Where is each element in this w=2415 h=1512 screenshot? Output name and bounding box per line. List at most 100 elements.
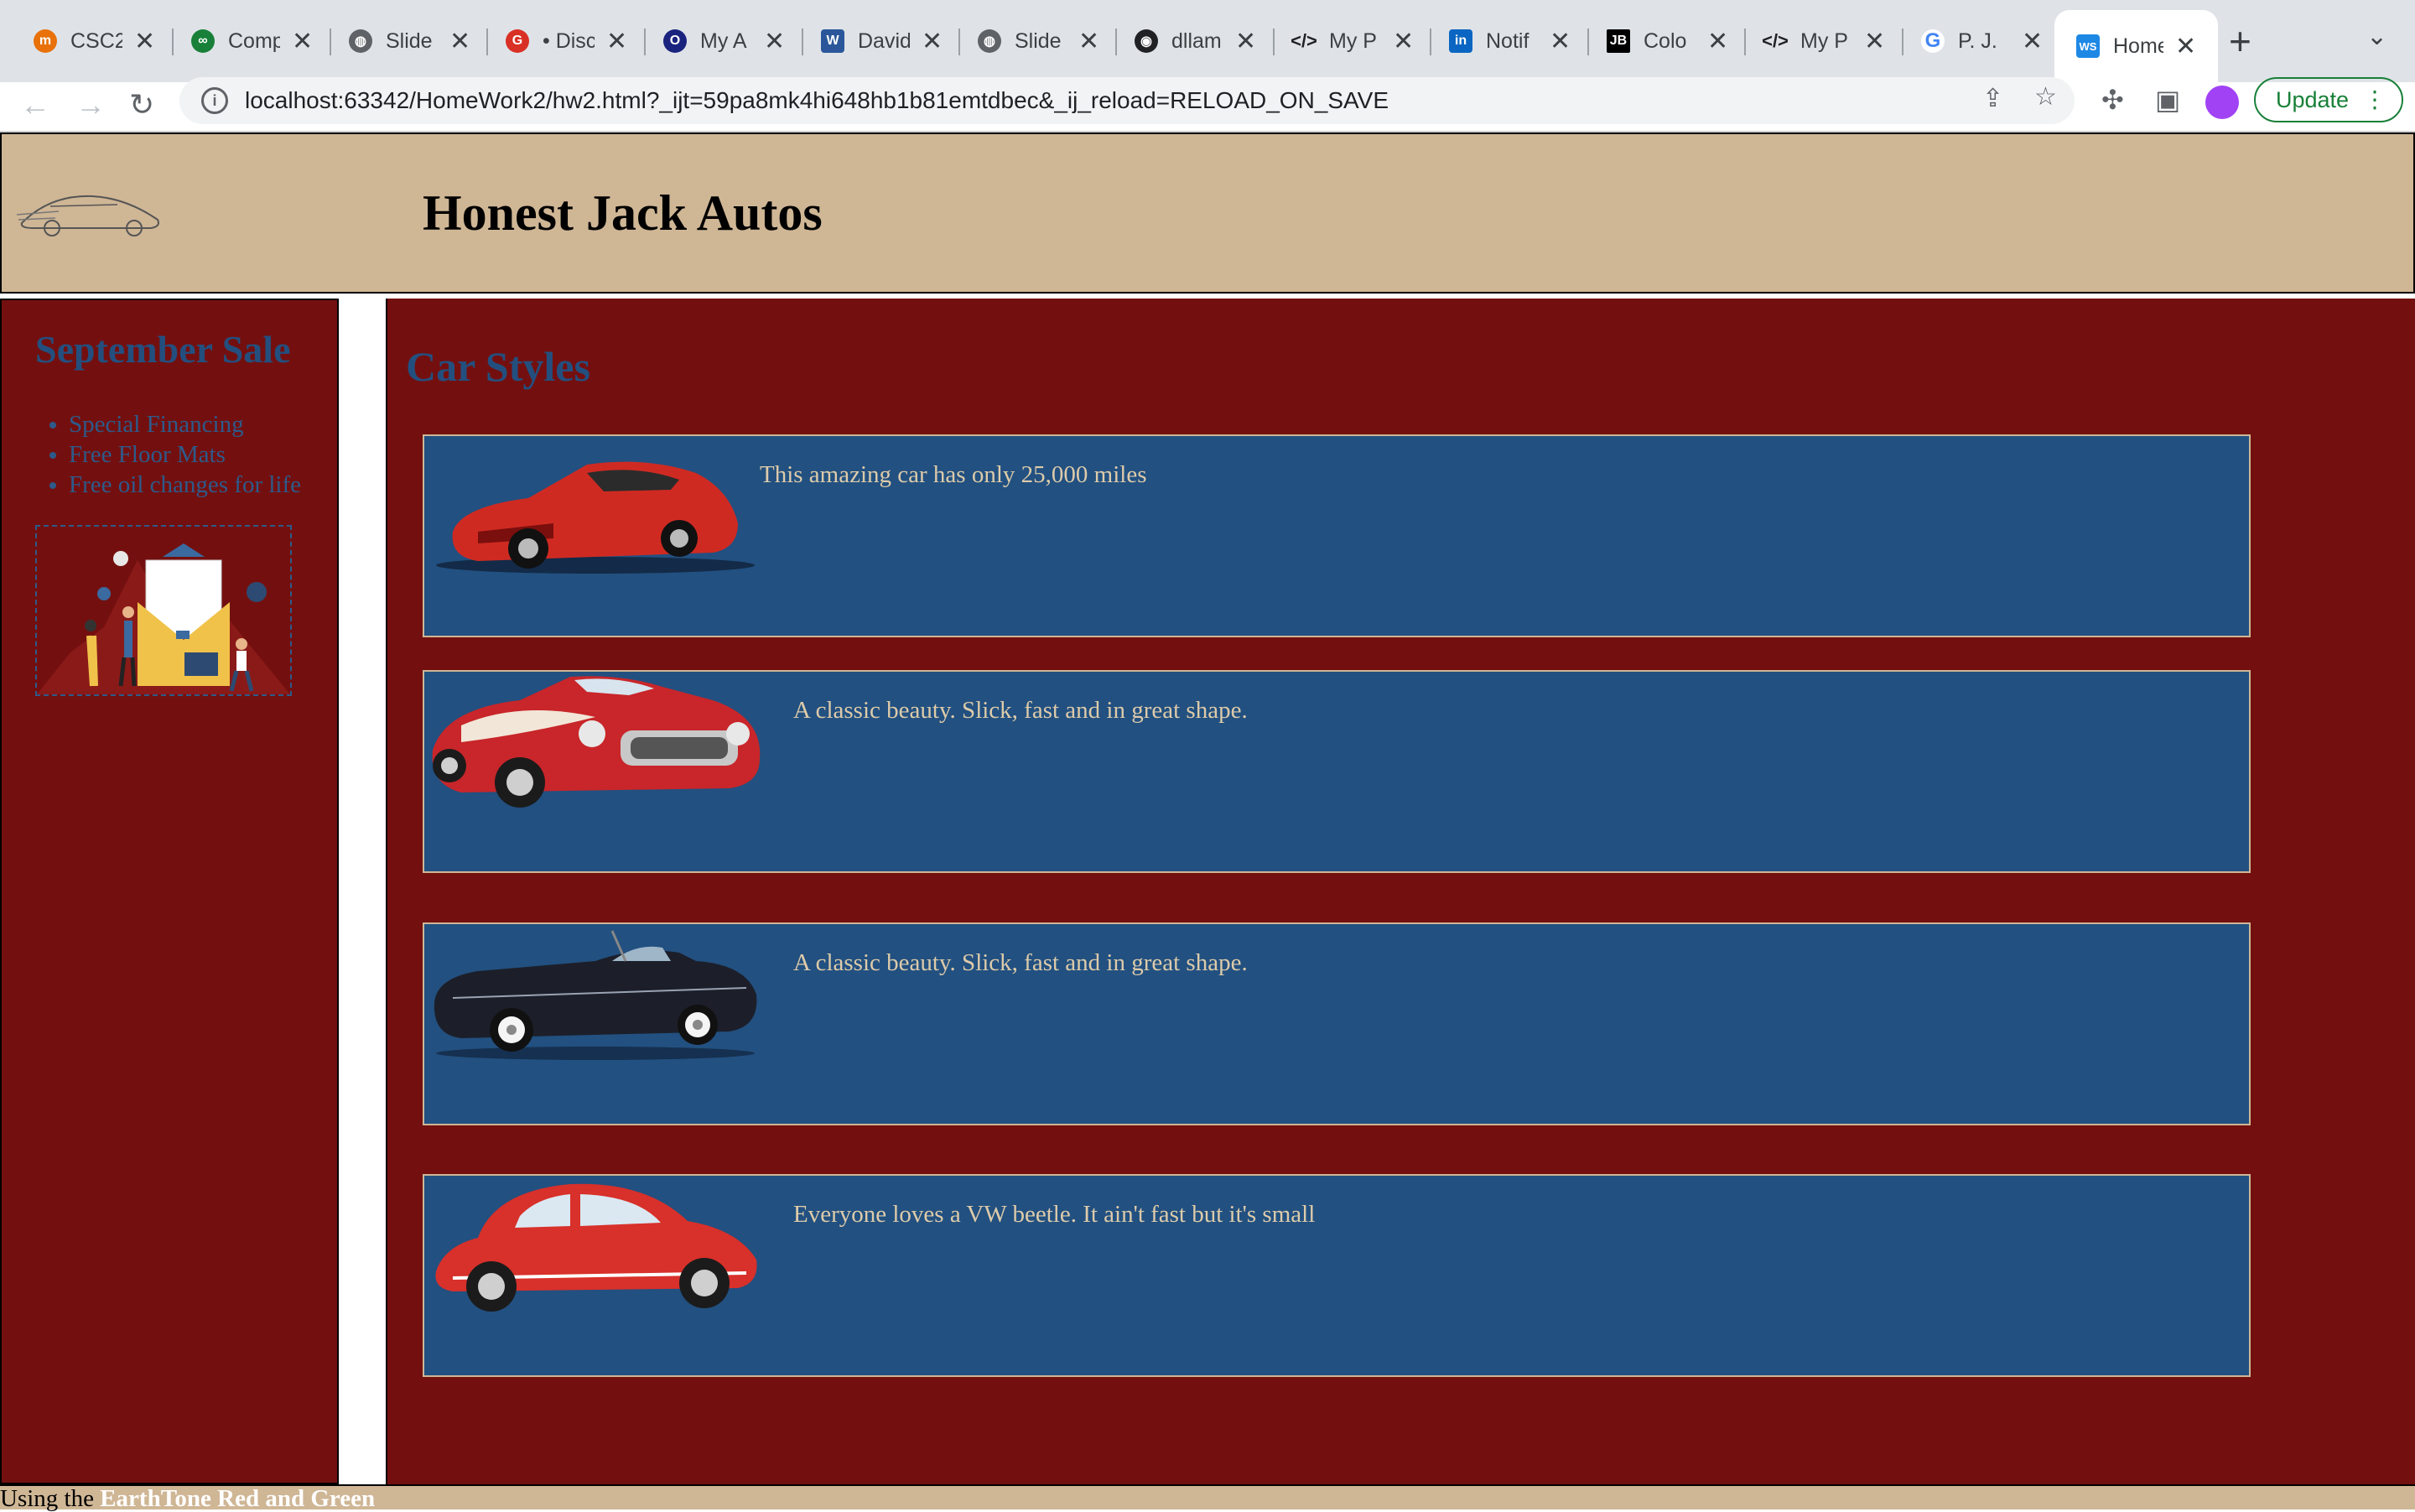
new-tab-button[interactable]: + bbox=[2229, 18, 2251, 64]
browser-tab[interactable]: ◉ dllam ✕ bbox=[1135, 17, 1256, 65]
promo-illustration bbox=[35, 525, 292, 696]
browser-tab-strip: m CSC2 ✕ ∞ Comp ✕ ◍ Slide ✕ G • Disc ✕ O… bbox=[0, 0, 2415, 82]
close-icon[interactable]: ✕ bbox=[922, 27, 943, 56]
sports-car-image bbox=[436, 461, 755, 574]
linkedin-icon: in bbox=[1449, 29, 1472, 53]
bookmark-star-icon[interactable]: ☆ bbox=[2034, 82, 2057, 112]
reload-icon[interactable]: ↻ bbox=[129, 87, 154, 122]
footer-prefix: Using the bbox=[0, 1485, 94, 1512]
tab-divider bbox=[486, 29, 488, 55]
jetbrains-icon: JB bbox=[1607, 29, 1630, 53]
tab-favicon-icon: m bbox=[34, 29, 57, 53]
sale-list: Special Financing Free Floor Mats Free o… bbox=[35, 409, 301, 500]
close-icon[interactable]: ✕ bbox=[2175, 32, 2196, 61]
update-label: Update bbox=[2276, 86, 2350, 112]
browser-tab[interactable]: W David ✕ bbox=[821, 17, 943, 65]
browser-tab[interactable]: ◍ Slide ✕ bbox=[978, 17, 1099, 65]
tab-search-icon[interactable]: ⌄ bbox=[2366, 22, 2387, 51]
close-icon[interactable]: ✕ bbox=[1707, 27, 1728, 56]
tab-divider bbox=[330, 29, 331, 55]
tab-divider bbox=[958, 29, 960, 55]
close-icon[interactable]: ✕ bbox=[1550, 27, 1571, 56]
tab-favicon-icon: G bbox=[506, 29, 529, 53]
tab-label: My P bbox=[1800, 29, 1848, 53]
tab-label: David bbox=[858, 29, 910, 53]
tab-divider bbox=[1430, 29, 1431, 55]
tab-label: Comp bbox=[228, 29, 280, 53]
site-header: Honest Jack Autos bbox=[0, 132, 2415, 294]
car-logo-icon bbox=[17, 195, 159, 236]
close-icon[interactable]: ✕ bbox=[1864, 27, 1885, 56]
tab-divider bbox=[1744, 29, 1746, 55]
close-icon[interactable]: ✕ bbox=[606, 27, 627, 56]
close-icon[interactable]: ✕ bbox=[764, 27, 785, 56]
tab-label: Home bbox=[2113, 34, 2163, 58]
tab-label: Notif bbox=[1486, 29, 1530, 53]
beetle-car-image bbox=[435, 1183, 757, 1312]
browser-tab[interactable]: in Notif ✕ bbox=[1449, 17, 1571, 65]
update-button[interactable]: Update ⋮ bbox=[2254, 77, 2403, 122]
close-icon[interactable]: ✕ bbox=[1393, 27, 1414, 56]
tab-label: CSC2 bbox=[70, 29, 122, 53]
close-icon[interactable]: ✕ bbox=[1235, 27, 1256, 56]
car-card: A classic beauty. Slick, fast and in gre… bbox=[423, 670, 2251, 873]
car-description: A classic beauty. Slick, fast and in gre… bbox=[793, 949, 1248, 976]
browser-tab[interactable]: m CSC2 ✕ bbox=[34, 17, 155, 65]
browser-tab[interactable]: G P. J. ✕ bbox=[1921, 17, 2043, 65]
menu-icon[interactable]: ⋮ bbox=[2363, 86, 2386, 113]
share-icon[interactable]: ⇪ bbox=[1982, 84, 2003, 113]
url-text: localhost:63342/HomeWork2/hw2.html?_ijt=… bbox=[245, 87, 1389, 113]
car-description: Everyone loves a VW beetle. It ain't fas… bbox=[793, 1201, 1316, 1228]
color-scheme-name: EarthTone Red and Green bbox=[100, 1485, 376, 1512]
profile-avatar[interactable] bbox=[2205, 86, 2239, 119]
tab-divider bbox=[1587, 29, 1589, 55]
close-icon[interactable]: ✕ bbox=[134, 27, 155, 56]
site-title: Honest Jack Autos bbox=[423, 185, 823, 241]
sale-sidebar: September Sale Special Financing Free Fl… bbox=[0, 299, 339, 1484]
tab-divider bbox=[172, 29, 174, 55]
tab-divider bbox=[644, 29, 646, 55]
address-bar[interactable]: i localhost:63342/HomeWork2/hw2.html?_ij… bbox=[179, 77, 2075, 124]
globe-icon: ◍ bbox=[349, 29, 372, 53]
classic-car-image bbox=[432, 676, 761, 808]
tab-label: My P bbox=[1329, 29, 1377, 53]
car-card: A classic beauty. Slick, fast and in gre… bbox=[423, 922, 2251, 1125]
google-icon: G bbox=[1921, 29, 1945, 53]
back-icon[interactable]: ← bbox=[20, 87, 50, 122]
close-icon[interactable]: ✕ bbox=[449, 27, 470, 56]
browser-tab[interactable]: ◍ Slide ✕ bbox=[349, 17, 470, 65]
tab-divider bbox=[802, 29, 803, 55]
tab-divider bbox=[1273, 29, 1275, 55]
browser-tab[interactable]: </> My P ✕ bbox=[1291, 17, 1414, 65]
browser-tab[interactable]: JB Colo ✕ bbox=[1607, 17, 1728, 65]
close-icon[interactable]: ✕ bbox=[1078, 27, 1099, 56]
sale-item: Free Floor Mats bbox=[69, 439, 301, 470]
word-icon: W bbox=[821, 29, 844, 53]
browser-tab[interactable]: O My A ✕ bbox=[663, 17, 785, 65]
close-icon[interactable]: ✕ bbox=[292, 27, 313, 56]
code-icon: </> bbox=[1291, 30, 1317, 51]
page-footer: Using the EarthTone Red and Green bbox=[0, 1484, 2415, 1512]
site-info-icon[interactable]: i bbox=[201, 87, 228, 114]
car-description: A classic beauty. Slick, fast and in gre… bbox=[793, 697, 1248, 724]
tab-label: • Disc bbox=[543, 29, 595, 53]
sale-item: Special Financing bbox=[69, 409, 301, 439]
browser-tab[interactable]: ∞ Comp ✕ bbox=[191, 17, 313, 65]
tab-label: Colo bbox=[1644, 29, 1687, 53]
code-icon: </> bbox=[1762, 30, 1789, 51]
close-icon[interactable]: ✕ bbox=[2022, 27, 2043, 56]
tab-favicon-icon: ∞ bbox=[191, 29, 215, 53]
tab-label: P. J. bbox=[1958, 29, 1997, 53]
browser-tab[interactable]: </> My P ✕ bbox=[1762, 17, 1885, 65]
forward-icon[interactable]: → bbox=[75, 87, 106, 122]
side-panel-icon[interactable]: ▣ bbox=[2155, 84, 2180, 116]
browser-tab-active[interactable]: WS Home ✕ bbox=[2054, 10, 2219, 82]
tab-label: Slide bbox=[1015, 29, 1062, 53]
extensions-icon[interactable]: ✣ bbox=[2101, 84, 2124, 116]
tab-divider bbox=[1115, 29, 1117, 55]
tab-label: dllam bbox=[1171, 29, 1222, 53]
browser-tab[interactable]: G • Disc ✕ bbox=[506, 17, 627, 65]
tab-favicon-icon: O bbox=[663, 29, 687, 53]
sale-item: Free oil changes for life bbox=[69, 470, 301, 500]
car-card: This amazing car has only 25,000 miles bbox=[423, 434, 2251, 637]
